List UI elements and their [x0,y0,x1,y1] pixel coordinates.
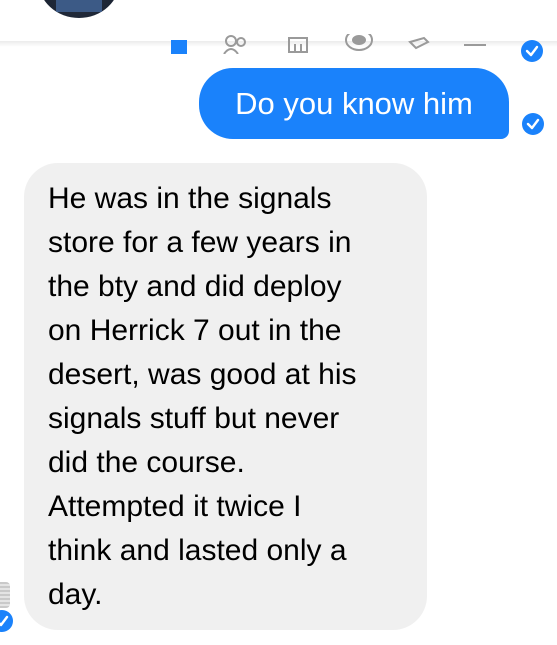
chat-screen: Do you know him He was in the signals st… [0,0,557,645]
message-line: the bty and did deploy [48,270,342,303]
incoming-message-bubble[interactable]: He was in the signals store for a few ye… [24,163,427,630]
contact-avatar[interactable] [38,0,120,18]
message-line: He was in the signals [48,182,332,215]
store-icon[interactable] [286,34,310,54]
outgoing-message-text: Do you know him [235,86,473,121]
read-receipt-check-icon [0,610,13,632]
tag-icon[interactable] [406,34,432,54]
message-line: Attempted it twice I [48,490,302,523]
message-line: did the course. [48,446,245,479]
message-line: day. [48,578,103,611]
read-receipt-check-icon [522,113,544,135]
people-icon[interactable] [222,34,248,54]
avatar-figure [56,0,102,12]
message-line: on Herrick 7 out in the [48,314,342,347]
menu-icon[interactable] [460,34,490,54]
message-line: think and lasted only a [48,534,347,567]
sender-thumbnail [0,582,10,608]
message-line: desert, was good at his [48,358,357,391]
home-icon[interactable] [168,34,190,54]
message-line: signals stuff but never [48,402,340,435]
read-receipt-check-icon [521,40,543,62]
message-line: store for a few years in [48,226,352,259]
cut-off-icon-row [160,34,500,54]
outgoing-message-bubble[interactable]: Do you know him [199,68,509,139]
camera-icon[interactable] [344,34,374,54]
